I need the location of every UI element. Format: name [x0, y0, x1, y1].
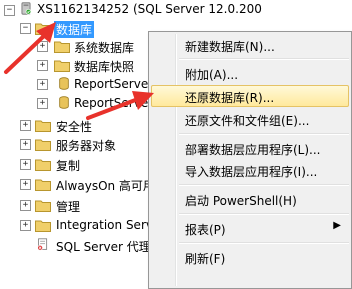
tree-node-alwayson[interactable]: + AlwaysOn 高可用 [0, 175, 160, 195]
tree-node-label: 管理 [56, 200, 81, 214]
folder-icon [35, 159, 51, 171]
menu-item-restore-database[interactable]: 还原数据库(R)... [151, 85, 349, 107]
menu-item-import-dac[interactable]: 导入数据层应用程序(I)... [151, 159, 349, 181]
menu-item-deploy-dac[interactable]: 部署数据层应用程序(L)... [151, 137, 349, 159]
submenu-arrow-icon: ▶ [333, 220, 341, 231]
databases-label[interactable]: 数据库 [54, 21, 95, 38]
tree-node-label: 复制 [56, 159, 81, 173]
menu-separator [179, 242, 349, 244]
expand-icon[interactable]: + [37, 41, 48, 52]
context-menu: 新建数据库(N)... 附加(A)... 还原数据库(R)... 还原文件和文件… [148, 31, 352, 289]
expand-icon[interactable]: + [37, 79, 48, 90]
expand-icon[interactable]: + [20, 120, 31, 131]
folder-icon [54, 41, 70, 53]
expand-icon[interactable]: + [20, 159, 31, 170]
folder-icon [54, 60, 70, 72]
tree-node-label: 数据库快照 [74, 60, 135, 74]
tree-node-management[interactable]: + 管理 [0, 196, 160, 216]
folder-icon [35, 139, 51, 151]
database-icon [59, 96, 69, 109]
menu-item-label: 新建数据库(N)... [185, 40, 275, 54]
tree-node-system-databases[interactable]: + 系统数据库 [0, 37, 160, 57]
menu-item-label: 启动 PowerShell(H) [185, 194, 297, 208]
tree-node-label: AlwaysOn 高可用 [56, 179, 155, 193]
tree-node-integration-services[interactable]: + Integration Serv [0, 216, 160, 236]
server-name: XS1162134252 (SQL Server 12.0.200 [37, 2, 262, 16]
expand-icon[interactable]: + [37, 60, 48, 71]
expand-icon[interactable]: + [37, 98, 48, 109]
tree-node-label: Integration Serv [56, 218, 153, 232]
menu-item-label: 还原数据库(R)... [185, 91, 275, 105]
expand-icon[interactable]: + [20, 139, 31, 150]
menu-separator [179, 184, 349, 186]
menu-item-label: 附加(A)... [185, 68, 239, 82]
tree-node-reportserver[interactable]: + ReportServer [0, 75, 160, 95]
folder-icon [35, 179, 51, 191]
tree-node-sql-agent[interactable]: SQL Server 代理 [0, 236, 160, 256]
menu-item-refresh[interactable]: 刷新(F) [151, 246, 349, 268]
tree-node-replication[interactable]: + 复制 [0, 155, 160, 175]
folder-icon [35, 220, 51, 232]
tree-node-label: ReportServer [74, 96, 154, 110]
menu-item-start-powershell[interactable]: 启动 PowerShell(H) [151, 188, 349, 210]
menu-item-reports[interactable]: 报表(P) ▶ [151, 217, 349, 239]
folder-icon [35, 23, 51, 35]
tree-node-label: ReportServer [74, 77, 154, 91]
collapse-icon[interactable]: − [20, 23, 31, 34]
server-icon [21, 2, 32, 15]
menu-item-new-database[interactable]: 新建数据库(N)... [151, 34, 349, 56]
tree-node-label: 安全性 [56, 120, 93, 134]
tree-node-db-snapshots[interactable]: + 数据库快照 [0, 56, 160, 76]
menu-item-label: 报表(P) [185, 223, 226, 237]
tree-node-security[interactable]: + 安全性 [0, 116, 160, 136]
menu-item-label: 还原文件和文件组(E)... [185, 114, 310, 128]
agent-icon [37, 238, 48, 251]
menu-separator [179, 58, 349, 60]
tree-node-label: SQL Server 代理 [56, 240, 151, 254]
tree-node-label: 系统数据库 [74, 41, 135, 55]
folder-icon [35, 120, 51, 132]
folder-icon [35, 200, 51, 212]
tree-node-server-objects[interactable]: + 服务器对象 [0, 135, 160, 155]
menu-item-label: 刷新(F) [185, 252, 226, 266]
menu-item-restore-files[interactable]: 还原文件和文件组(E)... [151, 108, 349, 130]
menu-separator [179, 213, 349, 215]
tree-node-databases[interactable]: − 数据库 [0, 19, 160, 39]
collapse-icon[interactable]: − [4, 5, 15, 16]
expand-icon[interactable]: + [20, 179, 31, 190]
tree-node-server[interactable]: − XS1162134252 (SQL Server 12.0.200 [0, 0, 352, 20]
tree-node-reportserver-temp[interactable]: + ReportServer [0, 94, 160, 114]
expand-icon[interactable]: + [20, 220, 31, 231]
tree-node-label: 服务器对象 [56, 139, 117, 153]
database-icon [59, 77, 69, 90]
menu-separator [179, 133, 349, 135]
menu-item-label: 导入数据层应用程序(I)... [185, 165, 318, 179]
menu-item-label: 部署数据层应用程序(L)... [185, 143, 321, 157]
menu-item-attach[interactable]: 附加(A)... [151, 62, 349, 84]
expand-icon[interactable]: + [20, 200, 31, 211]
